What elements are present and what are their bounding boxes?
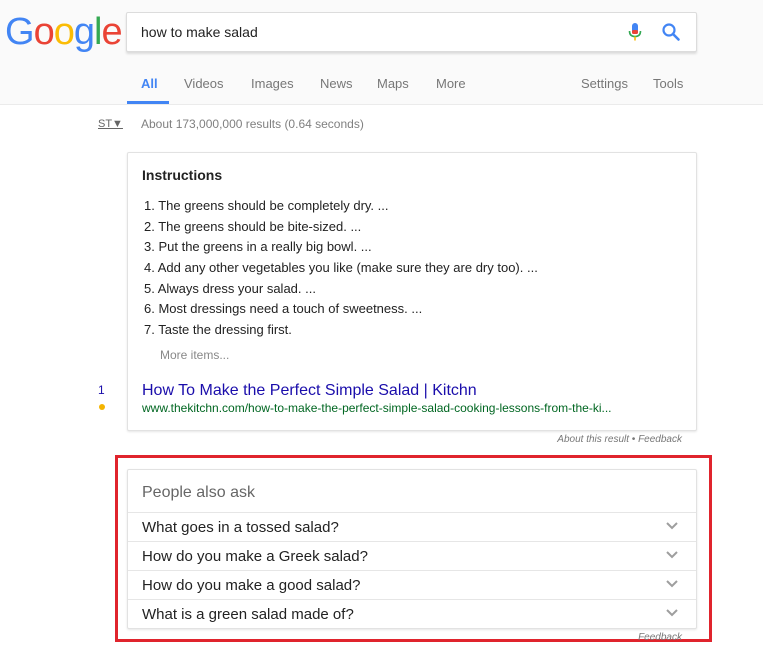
- header: Google All Videos Images News Maps More …: [0, 0, 763, 105]
- list-item: 1. The greens should be completely dry. …: [144, 198, 389, 213]
- list-item: 4. Add any other vegetables you like (ma…: [144, 260, 538, 276]
- instruction-list: 1. The greens should be completely dry. …: [144, 197, 538, 342]
- logo-letter: o: [33, 11, 55, 53]
- logo-letter: G: [5, 11, 35, 53]
- tab-settings[interactable]: Settings: [581, 76, 628, 91]
- chevron-down-icon: [666, 522, 678, 530]
- list-item: 2. The greens should be bite-sized. ...: [144, 218, 362, 234]
- search-tabs: All Videos Images News Maps More Setting…: [0, 60, 763, 104]
- about-result-link[interactable]: About this result: [557, 434, 629, 445]
- paa-question[interactable]: How do you make a good salad?: [128, 570, 696, 600]
- chevron-down-icon: [666, 580, 678, 588]
- paa-question[interactable]: What goes in a tossed salad?: [128, 512, 696, 542]
- paa-question-text: How do you make a good salad?: [142, 577, 361, 594]
- featured-snippet-card: Instructions 1. The greens should be com…: [127, 152, 697, 431]
- snippet-title: Instructions: [142, 167, 223, 183]
- tab-news[interactable]: News: [320, 76, 353, 91]
- paa-feedback-link[interactable]: Feedback: [560, 632, 682, 643]
- result-title-link[interactable]: How To Make the Perfect Simple Salad | K…: [142, 382, 477, 400]
- paa-title: People also ask: [142, 484, 255, 501]
- list-item: 7. Taste the dressing first.: [144, 322, 292, 338]
- more-items-link[interactable]: More items...: [160, 348, 229, 362]
- result-url: www.thekitchn.com/how-to-make-the-perfec…: [142, 401, 612, 415]
- separator: •: [629, 434, 639, 445]
- result-rank: 1: [98, 383, 105, 397]
- tab-tools[interactable]: Tools: [653, 76, 683, 91]
- microphone-icon[interactable]: [627, 22, 643, 42]
- list-item: 6. Most dressings need a touch of sweetn…: [144, 301, 423, 317]
- active-tab-indicator: [127, 101, 169, 104]
- about-result-line: About this result • Feedback: [400, 434, 682, 445]
- logo-letter: l: [93, 11, 103, 53]
- paa-question[interactable]: What is a green salad made of?: [128, 599, 696, 629]
- search-icon[interactable]: [661, 22, 681, 42]
- tab-images[interactable]: Images: [251, 76, 294, 91]
- logo-letter: e: [101, 11, 122, 53]
- paa-question-text: What goes in a tossed salad?: [142, 519, 339, 536]
- list-item: 3. Put the greens in a really big bowl. …: [144, 239, 372, 255]
- google-logo[interactable]: Google: [5, 10, 123, 54]
- st-toggle-button[interactable]: ST▼: [98, 118, 123, 130]
- rank-dot-icon: [99, 404, 105, 410]
- paa-question-text: How do you make a Greek salad?: [142, 548, 368, 565]
- chevron-down-icon: [666, 609, 678, 617]
- snippet-feedback-link[interactable]: Feedback: [638, 434, 682, 445]
- search-input[interactable]: [141, 24, 601, 40]
- logo-letter: g: [73, 11, 95, 53]
- paa-question-text: What is a green salad made of?: [142, 606, 354, 623]
- chevron-down-icon: [666, 551, 678, 559]
- people-also-ask-card: People also ask What goes in a tossed sa…: [127, 469, 697, 629]
- result-stats: About 173,000,000 results (0.64 seconds): [141, 117, 364, 131]
- tab-videos[interactable]: Videos: [184, 76, 224, 91]
- tab-more[interactable]: More: [436, 76, 466, 91]
- search-box: [126, 12, 697, 52]
- list-item: 5. Always dress your salad. ...: [144, 280, 316, 296]
- paa-question[interactable]: How do you make a Greek salad?: [128, 541, 696, 571]
- logo-letter: o: [53, 11, 75, 53]
- tab-maps[interactable]: Maps: [377, 76, 409, 91]
- tab-all[interactable]: All: [141, 76, 158, 91]
